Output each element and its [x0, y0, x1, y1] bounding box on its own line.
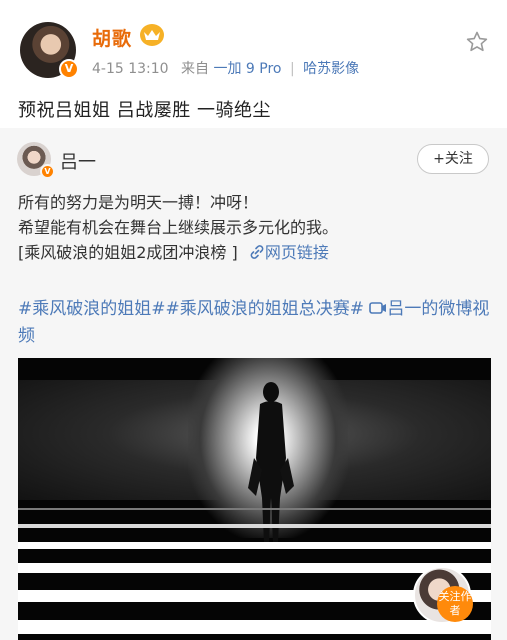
verified-badge-icon: V: [59, 59, 79, 79]
author-name[interactable]: 胡歌: [92, 24, 132, 51]
performer-silhouette: [248, 382, 294, 543]
repost-author-avatar[interactable]: V: [17, 142, 55, 179]
video-icon: [369, 302, 387, 314]
web-link[interactable]: 网页链接: [243, 243, 329, 262]
post-header: V 胡歌 4-15 13:10 来自 一加 9 Pro | 哈苏影像: [0, 0, 507, 86]
post-text: 预祝吕姐姐 吕战屡胜 一骑绝尘: [18, 100, 271, 121]
post-date: 4-15 13:10: [92, 61, 169, 77]
favorite-star-icon[interactable]: [465, 30, 489, 54]
repost-line-2: 希望能有机会在舞台上继续展示多元化的我。: [18, 218, 339, 237]
author-avatar[interactable]: V: [20, 22, 79, 79]
repost-author-name[interactable]: 吕一: [60, 148, 96, 174]
post-meta: 4-15 13:10 来自 一加 9 Pro | 哈苏影像: [92, 58, 359, 78]
source-device[interactable]: 一加 9 Pro: [213, 61, 281, 77]
follow-author-button[interactable]: 关注作者: [437, 586, 473, 622]
repost-tags: #乘风破浪的姐姐##乘风破浪的姐姐总决赛# 吕一的微博视频: [18, 296, 493, 350]
web-link-label: 网页链接: [264, 243, 329, 262]
link-icon: [250, 245, 264, 259]
hot-list-text: [乘风破浪的姐姐2成团冲浪榜 ]: [18, 243, 238, 262]
stage-stripe: [18, 508, 491, 510]
verified-badge-icon: V: [40, 164, 55, 179]
source-device-tag[interactable]: 哈苏影像: [303, 61, 359, 77]
follow-button[interactable]: +关注: [417, 144, 489, 174]
stage-stripe: [18, 524, 491, 528]
topic-tag-1[interactable]: #乘风破浪的姐姐#: [18, 299, 166, 319]
source-prefix: 来自: [181, 61, 210, 77]
reposted-card[interactable]: V 吕一 +关注 所有的努力是为明天一搏！冲呀！ 希望能有机会在舞台上继续展示多…: [0, 128, 507, 640]
stage-stripe: [18, 563, 491, 573]
stage-stripe: [18, 542, 491, 549]
repost-body: 所有的努力是为明天一搏！冲呀！ 希望能有机会在舞台上继续展示多元化的我。 [乘风…: [18, 190, 488, 265]
repost-line-1: 所有的努力是为明天一搏！冲呀！: [18, 193, 259, 212]
topic-tag-2[interactable]: #乘风破浪的姐姐总决赛#: [166, 299, 365, 319]
crown-badge-icon: [140, 24, 164, 46]
stage-stripe: [18, 620, 491, 634]
meta-separator: |: [289, 61, 295, 77]
video-player[interactable]: 关注作者: [18, 358, 491, 640]
repost-line-3: [乘风破浪的姐姐2成团冲浪榜 ] 网页链接: [18, 240, 488, 265]
